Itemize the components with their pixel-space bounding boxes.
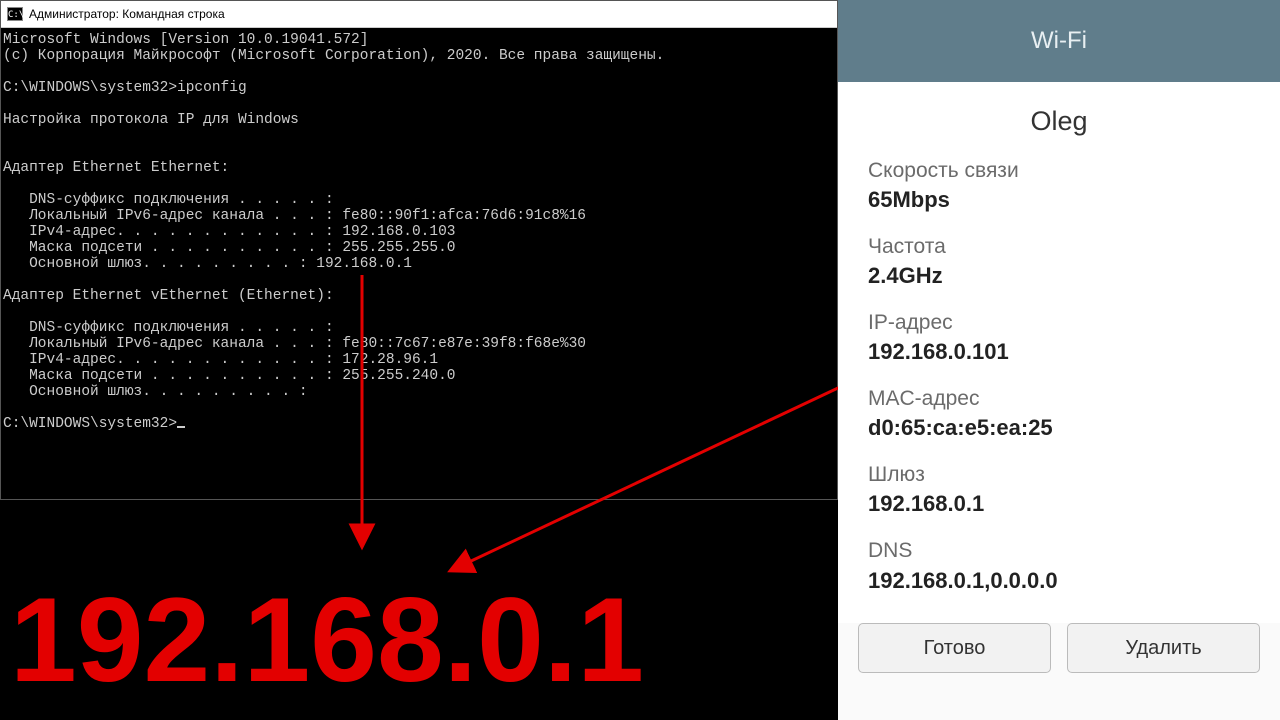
wifi-ssid: Oleg: [868, 106, 1250, 137]
cmd-titlebar[interactable]: C:\ Администратор: Командная строка: [1, 1, 837, 28]
wifi-field: DNS192.168.0.1,0.0.0.0: [868, 537, 1250, 595]
wifi-field-label: Частота: [868, 233, 1250, 261]
wifi-field: IP-адрес192.168.0.101: [868, 309, 1250, 367]
wifi-field-value: 192.168.0.101: [868, 337, 1250, 367]
annotation-big-ip: 192.168.0.1: [10, 580, 644, 700]
wifi-field-value: d0:65:ca:e5:ea:25: [868, 413, 1250, 443]
wifi-field-label: MAC-адрес: [868, 385, 1250, 413]
wifi-field-value: 192.168.0.1,0.0.0.0: [868, 566, 1250, 596]
wifi-field: Шлюз192.168.0.1: [868, 461, 1250, 519]
cmd-cursor: [177, 426, 185, 428]
cmd-title: Администратор: Командная строка: [29, 7, 225, 21]
wifi-field: Скорость связи65Mbps: [868, 157, 1250, 215]
wifi-field-value: 2.4GHz: [868, 261, 1250, 291]
wifi-field-label: Шлюз: [868, 461, 1250, 489]
wifi-field-label: Скорость связи: [868, 157, 1250, 185]
wifi-field-value: 65Mbps: [868, 185, 1250, 215]
phone-panel: Wi-Fi Oleg Скорость связи65Mbps Частота2.…: [838, 0, 1280, 720]
wifi-field: MAC-адресd0:65:ca:e5:ea:25: [868, 385, 1250, 443]
cmd-output[interactable]: Microsoft Windows [Version 10.0.19041.57…: [1, 28, 837, 436]
done-button[interactable]: Готово: [858, 623, 1051, 673]
wifi-field-label: IP-адрес: [868, 309, 1250, 337]
wifi-field-label: DNS: [868, 537, 1250, 565]
wifi-field-value: 192.168.0.1: [868, 489, 1250, 519]
phone-header: Wi-Fi: [838, 0, 1280, 82]
delete-button[interactable]: Удалить: [1067, 623, 1260, 673]
cmd-window: C:\ Администратор: Командная строка Micr…: [0, 0, 838, 500]
phone-card: Oleg Скорость связи65Mbps Частота2.4GHz IP…: [838, 82, 1280, 623]
cmd-icon: C:\: [7, 7, 23, 21]
wifi-field: Частота2.4GHz: [868, 233, 1250, 291]
